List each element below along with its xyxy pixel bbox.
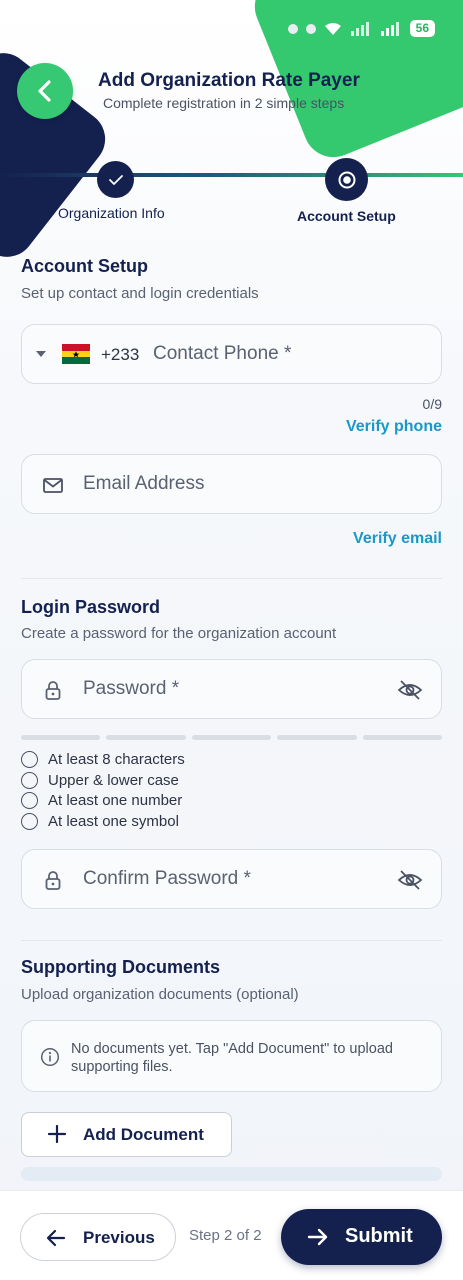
password-strength-meter <box>21 735 443 740</box>
phone-field[interactable]: +233 Contact Phone * <box>21 324 442 384</box>
stepper-progress-line <box>0 173 463 177</box>
add-document-label: Add Document <box>83 1125 204 1144</box>
mail-icon <box>43 478 63 493</box>
dropdown-caret-icon[interactable] <box>35 350 47 358</box>
unchecked-circle-icon <box>21 772 38 789</box>
account-setup-subtitle: Set up contact and login credentials <box>21 285 259 302</box>
step-label-account-setup[interactable]: Account Setup <box>297 208 396 224</box>
account-setup-heading: Account Setup <box>21 256 149 276</box>
page-subtitle: Complete registration in 2 simple steps <box>103 95 345 111</box>
verify-email-link[interactable]: Verify email <box>353 530 442 548</box>
info-icon <box>40 1047 60 1067</box>
unchecked-circle-icon <box>21 792 38 809</box>
notification-dot-icon <box>305 23 316 34</box>
requirement-text: Upper & lower case <box>48 772 179 789</box>
battery-indicator: 56 <box>409 20 435 37</box>
step-organization-info-indicator[interactable] <box>97 161 134 198</box>
previous-label: Previous <box>83 1228 155 1247</box>
page: 56 Add Organization Rate Payer Complete … <box>0 0 463 1280</box>
page-title: Add Organization Rate Payer <box>98 70 360 91</box>
requirement-text: At least one symbol <box>48 813 179 830</box>
status-bar: 56 <box>0 0 463 58</box>
status-icons: 56 <box>287 20 435 37</box>
password-input-placeholder[interactable]: Password * <box>83 678 179 700</box>
strength-segment <box>21 735 101 740</box>
requirement-item: Upper & lower case <box>21 772 179 789</box>
arrow-left-icon <box>46 1229 66 1247</box>
login-password-subtitle: Create a password for the organization a… <box>21 625 337 642</box>
requirement-text: At least 8 characters <box>48 751 185 768</box>
add-document-button[interactable]: Add Document <box>21 1112 232 1157</box>
plus-icon <box>47 1124 67 1144</box>
unchecked-circle-icon <box>21 813 38 830</box>
confirm-password-field[interactable]: Confirm Password * <box>21 849 442 909</box>
phone-character-counter: 0/9 <box>422 396 442 412</box>
login-password-heading: Login Password <box>21 597 161 617</box>
requirement-text: At least one number <box>48 792 183 809</box>
arrow-right-icon <box>307 1228 328 1246</box>
requirement-item: At least one symbol <box>21 813 179 830</box>
requirement-item: At least one number <box>21 792 182 809</box>
unchecked-circle-icon <box>21 751 38 768</box>
wifi-icon <box>324 22 341 35</box>
signal-icon <box>350 21 369 36</box>
documents-empty-message: No documents yet. Tap "Add Document" to … <box>71 1041 393 1075</box>
eye-off-icon[interactable] <box>397 869 423 891</box>
check-icon <box>108 174 123 185</box>
back-button[interactable] <box>17 63 73 119</box>
verify-phone-link[interactable]: Verify phone <box>346 418 442 436</box>
chevron-left-icon <box>38 80 51 102</box>
supporting-documents-heading: Supporting Documents <box>21 957 220 977</box>
country-code[interactable]: +233 <box>101 345 139 365</box>
phone-input-placeholder[interactable]: Contact Phone * <box>153 343 291 365</box>
supporting-documents-subtitle: Upload organization documents (optional) <box>21 986 299 1003</box>
bottom-action-bar: Previous Step 2 of 2 Submit <box>0 1190 463 1280</box>
ghana-flag-icon <box>62 344 90 364</box>
strength-segment <box>106 735 186 740</box>
password-field[interactable]: Password * <box>21 659 442 719</box>
step-account-setup-indicator[interactable] <box>325 158 368 201</box>
submit-button[interactable]: Submit <box>281 1209 442 1265</box>
scroll-fade-strip <box>21 1167 442 1181</box>
eye-off-icon[interactable] <box>397 679 423 701</box>
section-divider <box>21 578 442 579</box>
email-field[interactable]: Email Address <box>21 454 442 514</box>
lock-icon <box>45 681 61 700</box>
previous-button[interactable]: Previous <box>20 1213 176 1261</box>
section-divider <box>21 940 442 941</box>
radio-active-icon <box>338 171 355 188</box>
signal-icon <box>380 21 399 36</box>
email-input-placeholder[interactable]: Email Address <box>83 473 204 495</box>
requirement-item: At least 8 characters <box>21 751 185 768</box>
step-counter: Step 2 of 2 <box>189 1227 262 1244</box>
strength-segment <box>191 735 272 740</box>
notification-dot-icon <box>287 23 298 34</box>
strength-segment <box>362 735 443 740</box>
confirm-password-input-placeholder[interactable]: Confirm Password * <box>83 868 251 890</box>
submit-label: Submit <box>345 1225 413 1247</box>
strength-segment <box>277 735 357 740</box>
documents-empty-state: No documents yet. Tap "Add Document" to … <box>21 1020 442 1092</box>
lock-icon <box>45 871 61 890</box>
step-label-organization-info[interactable]: Organization Info <box>58 205 165 221</box>
